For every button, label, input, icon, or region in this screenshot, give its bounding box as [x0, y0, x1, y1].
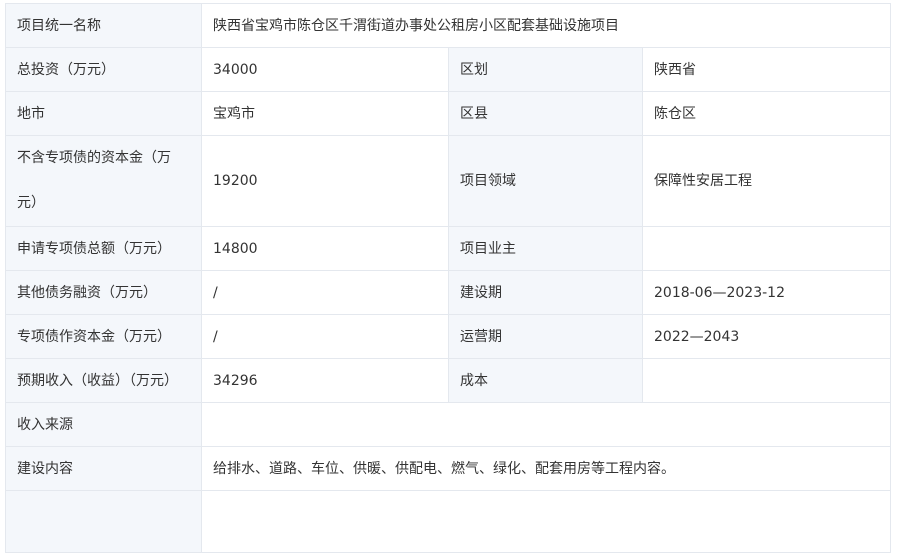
construction-content-label: 建设内容: [5, 446, 202, 491]
table-row: 其他债务融资（万元） / 建设期 2018-06—2023-12: [5, 270, 891, 315]
bond-total-label: 申请专项债总额（万元）: [5, 226, 202, 271]
operation-period-label: 运营期: [448, 314, 643, 359]
project-name-label: 项目统一名称: [5, 3, 202, 48]
construction-period-value: 2018-06—2023-12: [642, 270, 891, 315]
county-value: 陈仓区: [642, 91, 891, 136]
project-field-label: 项目领域: [448, 135, 643, 227]
bond-capital-value: /: [201, 314, 449, 359]
expected-income-label: 预期收入（收益）（万元）: [5, 358, 202, 403]
expected-income-value: 34296: [201, 358, 449, 403]
region-value: 陕西省: [642, 47, 891, 92]
table-row: 申请专项债总额（万元） 14800 项目业主: [5, 226, 891, 271]
table-row: [5, 490, 891, 553]
city-value: 宝鸡市: [201, 91, 449, 136]
table-row: 地市 宝鸡市 区县 陈仓区: [5, 91, 891, 136]
total-investment-value: 34000: [201, 47, 449, 92]
table-row: 不含专项债的资本金（万元） 19200 项目领域 保障性安居工程: [5, 135, 891, 227]
construction-content-value: 给排水、道路、车位、供暖、供配电、燃气、绿化、配套用房等工程内容。: [201, 446, 891, 491]
table-row: 收入来源: [5, 402, 891, 447]
table-row: 预期收入（收益）（万元） 34296 成本: [5, 358, 891, 403]
other-debt-label: 其他债务融资（万元）: [5, 270, 202, 315]
project-info-table: 项目统一名称 陕西省宝鸡市陈仓区千渭街道办事处公租房小区配套基础设施项目 总投资…: [5, 3, 891, 553]
cost-label: 成本: [448, 358, 643, 403]
empty-cell: [5, 490, 202, 553]
total-investment-label: 总投资（万元）: [5, 47, 202, 92]
table-row: 总投资（万元） 34000 区划 陕西省: [5, 47, 891, 92]
region-label: 区划: [448, 47, 643, 92]
other-debt-value: /: [201, 270, 449, 315]
county-label: 区县: [448, 91, 643, 136]
bond-capital-label: 专项债作资本金（万元）: [5, 314, 202, 359]
capital-excl-bond-label: 不含专项债的资本金（万元）: [5, 135, 202, 227]
project-owner-label: 项目业主: [448, 226, 643, 271]
cost-value: [642, 358, 891, 403]
empty-cell: [201, 490, 891, 553]
project-name-value: 陕西省宝鸡市陈仓区千渭街道办事处公租房小区配套基础设施项目: [201, 3, 891, 48]
table-row: 项目统一名称 陕西省宝鸡市陈仓区千渭街道办事处公租房小区配套基础设施项目: [5, 3, 891, 48]
table-row: 专项债作资本金（万元） / 运营期 2022—2043: [5, 314, 891, 359]
project-field-value: 保障性安居工程: [642, 135, 891, 227]
income-source-label: 收入来源: [5, 402, 202, 447]
bond-total-value: 14800: [201, 226, 449, 271]
operation-period-value: 2022—2043: [642, 314, 891, 359]
project-owner-value: [642, 226, 891, 271]
city-label: 地市: [5, 91, 202, 136]
income-source-value: [201, 402, 891, 447]
construction-period-label: 建设期: [448, 270, 643, 315]
table-row: 建设内容 给排水、道路、车位、供暖、供配电、燃气、绿化、配套用房等工程内容。: [5, 446, 891, 491]
capital-excl-bond-value: 19200: [201, 135, 449, 227]
